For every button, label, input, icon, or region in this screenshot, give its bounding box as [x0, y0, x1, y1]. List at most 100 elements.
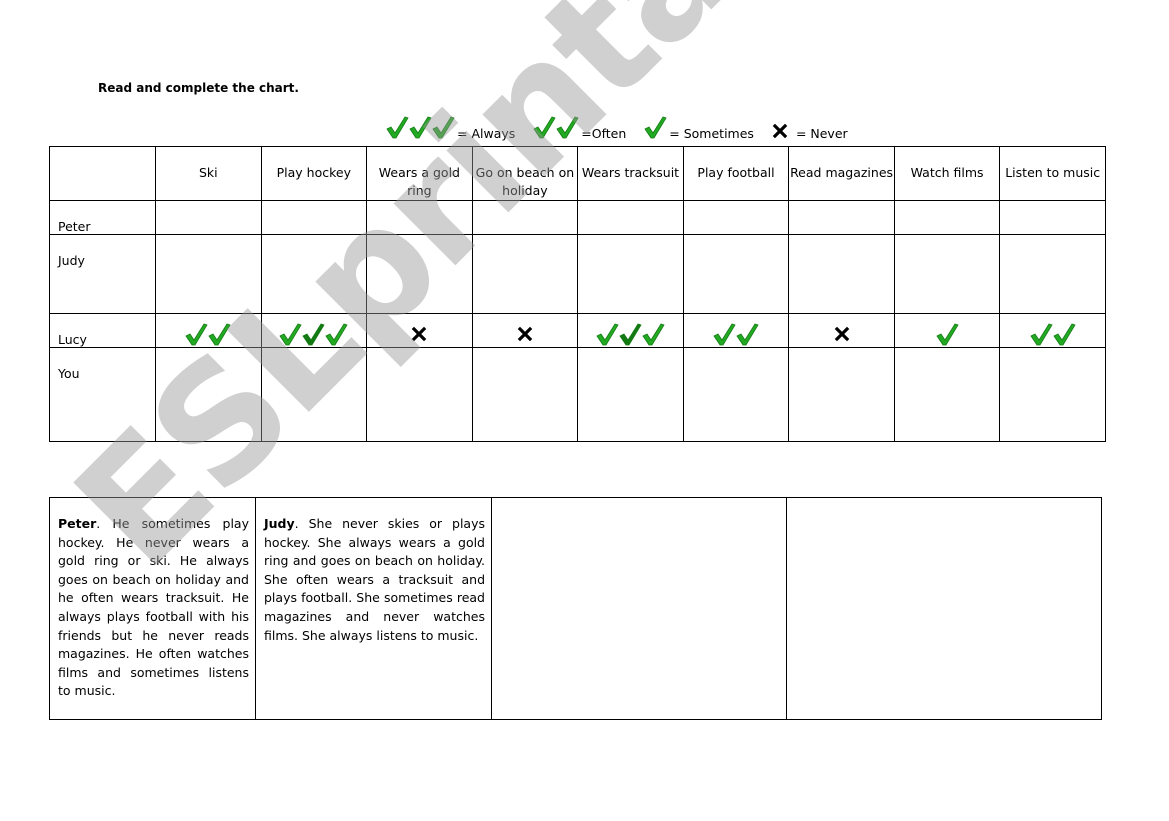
cell-marks: [367, 326, 472, 346]
cell-marks: [895, 322, 1000, 346]
check-icon: [325, 322, 348, 346]
chart-cell[interactable]: [893, 200, 1001, 235]
chart-cell[interactable]: [260, 313, 368, 348]
chart-cell[interactable]: [788, 313, 895, 348]
cell-marks: [262, 322, 367, 346]
chart-cell[interactable]: [893, 234, 1001, 314]
chart-cell[interactable]: [999, 347, 1106, 442]
check-icon: [185, 322, 208, 346]
chart-cell[interactable]: [155, 347, 262, 442]
chart-row-you: You: [49, 347, 1106, 442]
check-icon: [619, 322, 642, 346]
chart-cell[interactable]: [577, 234, 684, 314]
legend-never-label: = Never: [795, 126, 848, 141]
cell-marks: [684, 322, 789, 346]
row-name: Peter: [49, 200, 156, 235]
description-row: Peter. He sometimes play hockey. He neve…: [49, 497, 1102, 720]
header-read-magazines: Read magazines: [788, 146, 895, 201]
chart-cell[interactable]: [471, 313, 579, 348]
check-icon: [736, 322, 759, 346]
check-icon: [1053, 322, 1076, 346]
description-body: . He sometimes play hockey. He never wea…: [58, 516, 249, 699]
chart-cell[interactable]: [893, 347, 1001, 442]
legend-sometimes: = Sometimes: [644, 115, 754, 142]
chart-cell[interactable]: [682, 200, 790, 235]
chart-row-peter: Peter: [49, 200, 1106, 235]
legend: = Always =Often = Sometimes = Never: [386, 116, 866, 142]
legend-sometimes-marks: [644, 115, 667, 142]
header-play-hockey: Play hockey: [260, 146, 368, 201]
instruction-heading: Read and complete the chart.: [98, 81, 299, 95]
chart-cell[interactable]: [155, 234, 262, 314]
header-ski: Ski: [155, 146, 262, 201]
chart-cell[interactable]: [577, 313, 684, 348]
chart-cell[interactable]: [682, 234, 790, 314]
cross-icon: [411, 326, 427, 342]
chart-cell[interactable]: [260, 200, 368, 235]
header-gold-ring: Wears a gold ring: [366, 146, 473, 201]
header-play-football: Play football: [682, 146, 790, 201]
legend-always-label: = Always: [457, 126, 516, 141]
chart-cell[interactable]: [893, 313, 1001, 348]
chart-cell[interactable]: [155, 200, 262, 235]
description-body: . She never skies or plays hockey. She a…: [264, 516, 485, 643]
check-icon: [208, 322, 231, 346]
legend-never-marks: [772, 123, 788, 142]
check-icon: [533, 115, 556, 139]
legend-always-marks: [386, 115, 455, 142]
check-icon: [1030, 322, 1053, 346]
chart-cell[interactable]: [366, 234, 473, 314]
cell-marks: [1000, 322, 1105, 346]
chart-cell[interactable]: [260, 347, 368, 442]
cell-marks: [789, 326, 894, 346]
check-icon: [596, 322, 619, 346]
legend-often-marks: [533, 115, 579, 142]
chart-cell[interactable]: [682, 347, 790, 442]
chart-cell[interactable]: [577, 200, 684, 235]
chart-cell[interactable]: [999, 200, 1106, 235]
legend-sometimes-label: = Sometimes: [669, 126, 754, 141]
description-peter[interactable]: Peter. He sometimes play hockey. He neve…: [49, 497, 256, 720]
legend-never: = Never: [772, 123, 848, 142]
chart-cell[interactable]: [788, 234, 895, 314]
cell-marks: [578, 322, 683, 346]
cross-icon: [517, 326, 533, 342]
cross-icon: [834, 326, 850, 342]
check-icon: [644, 115, 667, 139]
chart-cell[interactable]: [366, 200, 473, 235]
chart-cell[interactable]: [788, 347, 895, 442]
chart-cell[interactable]: [471, 200, 579, 235]
chart-cell[interactable]: [471, 347, 579, 442]
description-name: Judy: [264, 516, 295, 531]
description-name: Peter: [58, 516, 97, 531]
chart-cell[interactable]: [999, 313, 1106, 348]
cell-marks: [473, 326, 578, 346]
check-icon: [432, 115, 455, 139]
row-name: Lucy: [49, 313, 156, 348]
check-icon: [556, 115, 579, 139]
header-tracksuit: Wears tracksuit: [577, 146, 684, 201]
legend-often: =Often: [533, 115, 626, 142]
frequency-chart: Ski Play hockey Wears a gold ring Go on …: [49, 146, 1106, 442]
chart-cell[interactable]: [155, 313, 262, 348]
cross-icon: [772, 123, 788, 139]
chart-cell[interactable]: [577, 347, 684, 442]
description-table: Peter. He sometimes play hockey. He neve…: [49, 497, 1102, 720]
chart-cell[interactable]: [366, 347, 473, 442]
description-blank-2[interactable]: [786, 497, 1102, 720]
chart-cell[interactable]: [260, 234, 368, 314]
chart-cell[interactable]: [366, 313, 473, 348]
chart-cell[interactable]: [682, 313, 790, 348]
check-icon: [642, 322, 665, 346]
check-icon: [713, 322, 736, 346]
row-name: Judy: [49, 234, 156, 314]
chart-row-judy: Judy: [49, 234, 1106, 314]
chart-header-row: Ski Play hockey Wears a gold ring Go on …: [49, 146, 1106, 201]
description-judy[interactable]: Judy. She never skies or plays hockey. S…: [255, 497, 492, 720]
description-blank-1[interactable]: [491, 497, 787, 720]
check-icon: [936, 322, 959, 346]
chart-cell[interactable]: [999, 234, 1106, 314]
chart-cell[interactable]: [471, 234, 579, 314]
header-beach-holiday: Go on beach on holiday: [471, 146, 579, 201]
chart-cell[interactable]: [788, 200, 895, 235]
